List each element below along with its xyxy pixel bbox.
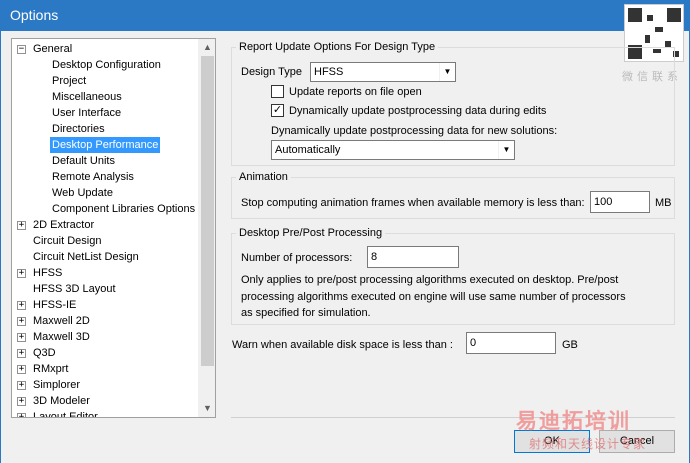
tree-item-label: 3D Modeler (33, 395, 90, 407)
animation-unit-label: MB (655, 197, 672, 209)
new-solutions-select[interactable]: Automatically ▼ (271, 140, 515, 160)
dynamic-update-label: Dynamically update postprocessing data d… (289, 105, 547, 117)
tree-item[interactable]: +2D Extractor (12, 217, 199, 233)
tree-item[interactable]: + Maxwell 2D (12, 313, 199, 329)
disk-space-unit: GB (562, 339, 578, 351)
design-type-select[interactable]: HFSS ▼ (310, 62, 456, 82)
training-logo-watermark: 易迪拓培训 (516, 410, 631, 433)
tree-item[interactable]: Miscellaneous (12, 89, 199, 105)
update-on-open-checkbox[interactable] (271, 85, 284, 98)
tree-item-label: Directories (52, 123, 105, 135)
tree-item[interactable]: + Layout Editor (12, 409, 199, 417)
expand-icon[interactable]: + (17, 397, 26, 406)
tree-item[interactable]: Circuit Design (12, 233, 199, 249)
tree-item-label: Miscellaneous (52, 91, 122, 103)
expand-icon[interactable]: + (17, 221, 26, 230)
update-on-open-label: Update reports on file open (289, 86, 422, 98)
design-type-label: Design Type (241, 66, 302, 78)
tree-item-label: Simplorer (33, 379, 81, 391)
expand-icon[interactable]: + (17, 269, 26, 278)
tree-item-label: HFSS 3D Layout (33, 283, 116, 295)
tree-item-label: Circuit Design (33, 235, 102, 247)
window-title: Options (10, 7, 59, 23)
tree-item-label: Remote Analysis (52, 171, 134, 183)
tree-item-label: RMxprt (33, 363, 69, 375)
animation-group-title: Animation (236, 171, 291, 184)
tree-item-label: Q3D (33, 347, 56, 359)
options-tree[interactable]: − General Desktop Configuration Project Misc… (11, 38, 216, 418)
tree-item[interactable]: Desktop Performance (12, 137, 199, 153)
prepost-group-title: Desktop Pre/Post Processing (236, 227, 386, 240)
tree-item-label: Component Libraries Options (52, 203, 196, 215)
tree-item-label: User Interface (52, 107, 122, 119)
expand-icon[interactable]: + (17, 381, 26, 390)
tree-item[interactable]: +3D Modeler (12, 393, 199, 409)
tree-item-label: Maxwell 3D (33, 331, 90, 343)
tree-item[interactable]: − General (12, 41, 199, 57)
new-solutions-label: Dynamically update postprocessing data f… (271, 125, 558, 137)
tree-vertical-scrollbar[interactable]: ▲ ▼ (198, 39, 215, 417)
tree-item-label: Project (52, 75, 87, 87)
dynamic-update-checkbox[interactable]: ✓ (271, 104, 284, 117)
design-type-value: HFSS (314, 66, 344, 78)
tree-item-label: General (33, 43, 73, 55)
scroll-thumb[interactable] (201, 56, 214, 366)
scroll-up-icon[interactable]: ▲ (199, 39, 215, 56)
tree-item-label: Layout Editor (33, 411, 98, 417)
disk-space-label: Warn when available disk space is less t… (232, 339, 453, 351)
expand-icon[interactable]: + (17, 365, 26, 374)
tree-item[interactable]: Web Update (12, 185, 199, 201)
tree-item[interactable]: + Q3D (12, 345, 199, 361)
tree-item-label: Desktop Configuration (52, 59, 161, 71)
tree-item[interactable]: User Interface (12, 105, 199, 121)
tree-item-label: HFSS-IE (33, 299, 77, 311)
tree-item[interactable]: Default Units (12, 153, 199, 169)
expand-icon[interactable]: + (17, 413, 26, 417)
tree-item[interactable]: Directories (12, 121, 199, 137)
prepost-note-line3: as specified for simulation. (241, 307, 371, 319)
scroll-down-icon[interactable]: ▼ (199, 400, 215, 417)
expand-icon[interactable]: + (17, 333, 26, 342)
tree-item-label: Web Update (52, 187, 113, 199)
animation-memory-input[interactable]: 100 (590, 191, 650, 213)
prepost-note-line2: processing algorithms executed on engine… (241, 291, 626, 303)
window-border-left (0, 31, 1, 463)
tree-item[interactable]: + RMxprt (12, 361, 199, 377)
options-tree-items: − General Desktop Configuration Project Misc… (12, 39, 199, 417)
tree-item[interactable]: Remote Analysis (12, 169, 199, 185)
tree-item[interactable]: + HFSS (12, 265, 199, 281)
tree-item-label: Maxwell 2D (33, 315, 90, 327)
new-solutions-value: Automatically (275, 144, 341, 156)
tree-item[interactable]: HFSS 3D Layout (12, 281, 199, 297)
expand-icon[interactable]: + (17, 301, 26, 310)
processors-input[interactable]: 8 (367, 246, 459, 268)
collapse-icon[interactable]: − (17, 45, 26, 54)
checkmark-icon: ✓ (272, 104, 283, 116)
tree-item-label: Desktop Performance (50, 137, 161, 153)
processors-label: Number of processors: (241, 252, 353, 264)
training-subtitle-watermark: 射频和天线设计专家 (529, 437, 647, 451)
tree-item[interactable]: Project (12, 73, 199, 89)
expand-icon[interactable]: + (17, 317, 26, 326)
chevron-down-icon[interactable]: ▼ (439, 63, 455, 81)
chevron-down-icon[interactable]: ▼ (498, 141, 514, 159)
tree-item[interactable]: + Simplorer (12, 377, 199, 393)
tree-item-label: Circuit NetList Design (33, 251, 139, 263)
animation-stop-label: Stop computing animation frames when ava… (241, 197, 585, 209)
tree-item-label: Default Units (52, 155, 115, 167)
tree-item-label: 2D Extractor (33, 219, 95, 231)
window-title-bar: Options (0, 0, 690, 31)
report-update-group-title: Report Update Options For Design Type (236, 41, 439, 54)
tree-item-label: HFSS (33, 267, 63, 279)
disk-space-input[interactable]: 0 (466, 332, 556, 354)
prepost-note-line1: Only applies to pre/post processing algo… (241, 274, 619, 286)
tree-item[interactable]: + HFSS-IE (12, 297, 199, 313)
tree-item[interactable]: Component Libraries Options (12, 201, 199, 217)
tree-item[interactable]: Circuit NetList Design (12, 249, 199, 265)
tree-item[interactable]: Desktop Configuration (12, 57, 199, 73)
tree-item[interactable]: + Maxwell 3D (12, 329, 199, 345)
expand-icon[interactable]: + (17, 349, 26, 358)
